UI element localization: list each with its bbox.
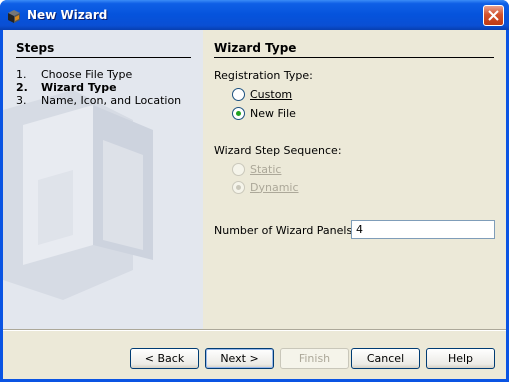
finish-button[interactable]: Finish (280, 348, 349, 369)
step-name-icon-location: 3. Name, Icon, and Location (16, 94, 201, 107)
radio-indicator (232, 162, 245, 176)
close-icon (488, 10, 499, 21)
step-choose-file-type: 1. Choose File Type (16, 68, 201, 81)
step-label: Wizard Type (41, 81, 117, 94)
radio-dynamic[interactable]: Dynamic (232, 179, 299, 195)
radio-label: New File (250, 106, 296, 120)
steps-header: Steps (16, 41, 191, 58)
close-button[interactable] (483, 5, 504, 26)
next-button[interactable]: Next > (205, 348, 274, 369)
radio-new-file[interactable]: New File (232, 105, 296, 121)
radio-label: Dynamic (250, 180, 299, 194)
button-bar: < Back Next > Finish Cancel Help (3, 329, 506, 379)
wizard-window: New Wizard Steps 1. Choose File Type 2. … (0, 0, 509, 382)
content-panel: Wizard Type Registration Type: Custom Ne… (214, 30, 499, 329)
radio-custom[interactable]: Custom (232, 86, 292, 102)
wizard-step-sequence-label: Wizard Step Sequence: (214, 144, 342, 157)
radio-indicator (232, 180, 245, 194)
dialog-client-area: Steps 1. Choose File Type 2. Wizard Type… (3, 30, 506, 379)
step-label: Name, Icon, and Location (41, 94, 182, 107)
radio-label: Custom (250, 87, 293, 101)
radio-indicator (232, 106, 245, 120)
step-wizard-type: 2. Wizard Type (16, 81, 201, 94)
window-title: New Wizard (27, 8, 108, 22)
radio-label: Static (250, 162, 282, 176)
cancel-button[interactable]: Cancel (351, 348, 420, 369)
steps-panel: Steps 1. Choose File Type 2. Wizard Type… (3, 30, 203, 329)
content-header: Wizard Type (214, 41, 494, 58)
steps-list: 1. Choose File Type 2. Wizard Type 3. Na… (16, 68, 201, 107)
radio-indicator (232, 87, 245, 101)
title-bar[interactable]: New Wizard (0, 0, 509, 30)
back-button[interactable]: < Back (130, 348, 199, 369)
number-of-wizard-panels-label: Number of Wizard Panels: (214, 224, 356, 237)
number-of-wizard-panels-input[interactable]: 4 (351, 220, 495, 239)
app-cube-icon (8, 10, 20, 23)
radio-static[interactable]: Static (232, 161, 281, 177)
registration-type-label: Registration Type: (214, 69, 313, 82)
help-button[interactable]: Help (426, 348, 495, 369)
step-number: 1. (16, 68, 27, 81)
step-number: 3. (16, 94, 27, 107)
step-number: 2. (16, 81, 28, 94)
step-label: Choose File Type (41, 68, 133, 81)
